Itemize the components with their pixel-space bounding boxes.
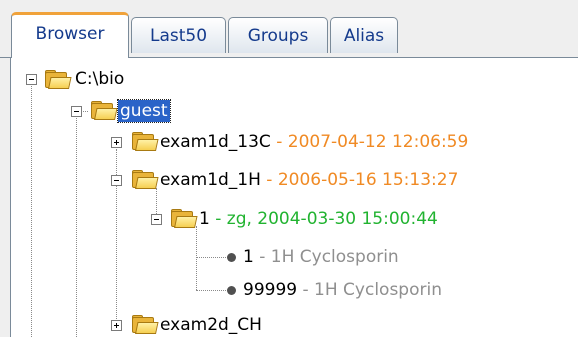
tab-bar: Browser Last50 Groups Alias xyxy=(0,0,578,58)
collapse-toggle[interactable] xyxy=(26,74,37,85)
node-name: guest xyxy=(120,101,168,121)
node-title: - 1H Cyclosporin xyxy=(253,247,399,267)
tab-browser-label: Browser xyxy=(35,23,105,44)
tree-node-exam2d-ch[interactable]: exam2d_CH xyxy=(160,314,262,336)
tree-connector xyxy=(196,290,226,291)
folder-closed-icon xyxy=(132,315,159,334)
file-tree-panel: C:\bio guest exam1d_13C - 2007-04-12 12:… xyxy=(10,58,578,337)
node-name: exam1d_13C xyxy=(160,132,271,152)
tree-node-guest[interactable]: guest xyxy=(117,99,171,123)
node-acquisition-info: - zg, 2004-03-30 15:00:44 xyxy=(209,209,438,229)
folder-closed-icon xyxy=(132,132,159,151)
node-name: exam2d_CH xyxy=(160,315,262,335)
node-title: - 1H Cyclosporin xyxy=(297,280,442,300)
tree-node-expno-1[interactable]: 1 - zg, 2004-03-30 15:00:44 xyxy=(199,208,438,230)
tab-alias-label: Alias xyxy=(343,25,385,46)
node-name: C:\bio xyxy=(75,69,125,89)
collapse-toggle[interactable] xyxy=(111,175,122,186)
tab-browser[interactable]: Browser xyxy=(11,12,129,58)
tab-last50[interactable]: Last50 xyxy=(131,17,226,53)
node-name: 99999 xyxy=(243,280,298,300)
folder-open-icon xyxy=(91,101,118,120)
tree-node-root[interactable]: C:\bio xyxy=(75,68,124,90)
tree-node-procno-1[interactable]: 1 - 1H Cyclosporin xyxy=(243,246,399,268)
tree-node-exam1d-13c[interactable]: exam1d_13C - 2007-04-12 12:06:59 xyxy=(160,131,468,153)
folder-open-icon xyxy=(45,70,72,89)
node-date: - 2006-05-16 15:13:27 xyxy=(260,170,459,190)
tab-groups[interactable]: Groups xyxy=(228,17,328,53)
procno-bullet-icon xyxy=(227,253,236,262)
tree-connector xyxy=(196,226,197,290)
tab-last50-label: Last50 xyxy=(149,25,208,46)
tree-connector xyxy=(196,257,226,258)
tab-groups-label: Groups xyxy=(247,25,309,46)
tree-node-procno-99999[interactable]: 99999 - 1H Cyclosporin xyxy=(243,279,442,301)
node-date: - 2007-04-12 12:06:59 xyxy=(270,132,469,152)
tree-connector xyxy=(76,118,77,337)
node-name: 1 xyxy=(243,247,254,267)
procno-bullet-icon xyxy=(227,286,236,295)
expand-toggle[interactable] xyxy=(111,320,122,331)
folder-open-icon xyxy=(132,170,159,189)
node-name: 1 xyxy=(199,209,210,229)
tree-connector xyxy=(31,86,32,337)
expand-toggle[interactable] xyxy=(111,137,122,148)
collapse-toggle[interactable] xyxy=(71,106,82,117)
tree-node-exam1d-1h[interactable]: exam1d_1H - 2006-05-16 15:13:27 xyxy=(160,169,458,191)
tab-alias[interactable]: Alias xyxy=(330,17,398,53)
collapse-toggle[interactable] xyxy=(151,214,162,225)
folder-open-icon xyxy=(171,209,198,228)
node-name: exam1d_1H xyxy=(160,170,261,190)
